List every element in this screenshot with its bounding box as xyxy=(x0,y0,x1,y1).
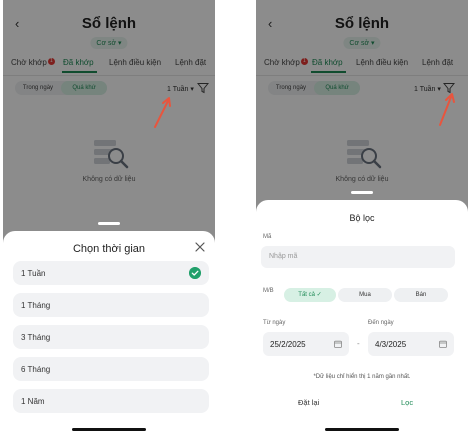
close-icon[interactable] xyxy=(195,242,205,252)
option-1-week[interactable]: 1 Tuần xyxy=(13,261,209,285)
annotation-arrow-icon xyxy=(154,97,171,128)
option-label: 3 Tháng xyxy=(21,333,51,342)
option-label: 1 Năm xyxy=(21,397,45,406)
home-indicator xyxy=(325,428,399,431)
code-input[interactable]: Nhập mã xyxy=(261,246,455,268)
option-1-month[interactable]: 1 Tháng xyxy=(13,293,209,317)
option-label: 1 Tháng xyxy=(21,301,51,310)
side-option-buy[interactable]: Mua xyxy=(338,288,392,302)
option-6-months[interactable]: 6 Tháng xyxy=(13,357,209,381)
data-range-note: *Dữ liệu chỉ hiển thị 1 năm gần nhất. xyxy=(313,374,411,380)
reset-button[interactable]: Đặt lại xyxy=(298,398,319,407)
code-label: Mã xyxy=(263,234,272,240)
to-date-label: Đến ngày xyxy=(368,320,394,326)
option-label: 6 Tháng xyxy=(21,365,51,374)
chip-label: Tất cả xyxy=(298,292,315,298)
phone-screen-time-picker: ‹ Sổ lệnh Cơ sở ▾ Chờ khớp 1 Đã khớp Lệnh… xyxy=(3,0,215,437)
time-picker-sheet: Chọn thời gian 1 Tuần 1 Tháng 3 Tháng 6 … xyxy=(3,222,215,437)
option-1-year[interactable]: 1 Năm xyxy=(13,389,209,413)
side-label: M/B xyxy=(263,288,274,294)
date-range-separator: - xyxy=(357,339,360,348)
from-date-value: 25/2/2025 xyxy=(270,340,306,349)
from-date-label: Từ ngày xyxy=(263,320,286,326)
sheet-handle[interactable] xyxy=(351,191,373,194)
apply-filter-button[interactable]: Lọc xyxy=(401,398,413,407)
option-label: 1 Tuần xyxy=(21,269,46,278)
side-option-all[interactable]: Tất cả ✓ xyxy=(284,288,336,302)
home-indicator xyxy=(72,428,146,431)
check-icon xyxy=(189,267,201,279)
to-date-value: 4/3/2025 xyxy=(375,340,407,349)
filter-sheet: Bộ lọc Mã Nhập mã M/B Tất cả ✓ Mua Bán T… xyxy=(256,191,468,437)
annotation-arrow-icon xyxy=(439,93,455,126)
phone-screen-filter: ‹ Sổ lệnh Cơ sở ▾ Chờ khớp 1 Đã khớp Lệnh… xyxy=(256,0,468,437)
from-date-field[interactable]: 25/2/2025 xyxy=(263,332,349,356)
code-placeholder: Nhập mã xyxy=(269,253,298,260)
to-date-field[interactable]: 4/3/2025 xyxy=(368,332,454,356)
calendar-icon xyxy=(439,340,447,348)
sheet-title: Bộ lọc xyxy=(349,213,375,223)
sheet-title: Chọn thời gian xyxy=(72,243,146,255)
side-option-sell[interactable]: Bán xyxy=(394,288,448,302)
calendar-icon xyxy=(334,340,342,348)
option-3-months[interactable]: 3 Tháng xyxy=(13,325,209,349)
sheet-handle[interactable] xyxy=(98,222,120,225)
